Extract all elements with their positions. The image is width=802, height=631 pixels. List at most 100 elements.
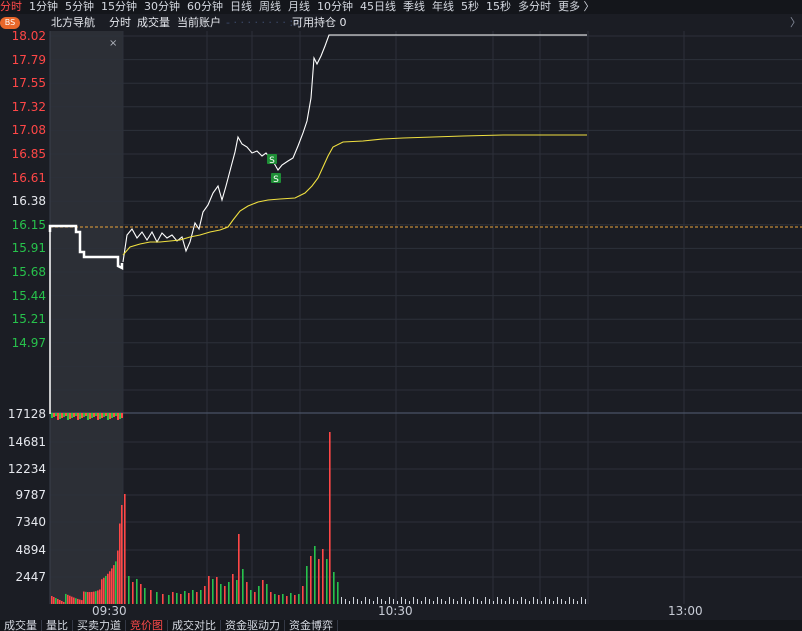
volume-bar xyxy=(577,601,578,604)
volume-bar xyxy=(461,597,462,604)
volume-bar xyxy=(310,556,312,604)
volume-bar xyxy=(196,592,198,604)
auction-volume-bar xyxy=(111,413,113,418)
volume-bar xyxy=(573,599,574,604)
volume-bar xyxy=(55,597,57,604)
volume-bar xyxy=(168,595,170,604)
volume-bar xyxy=(449,597,450,604)
volume-bar xyxy=(258,586,260,604)
volume-bar xyxy=(469,601,470,604)
indicator-tab[interactable]: 量比 xyxy=(42,620,73,631)
price-tick-label: 16.15 xyxy=(11,217,46,232)
volume-bar xyxy=(302,586,304,604)
volume-tick-label: 2447 xyxy=(15,570,46,584)
auction-volume-bar xyxy=(51,413,53,418)
volume-bar xyxy=(489,599,490,604)
volume-bar xyxy=(429,599,430,604)
volume-bar xyxy=(525,599,526,604)
volume-bar xyxy=(242,569,244,604)
volume-bar xyxy=(176,593,178,604)
volume-bar xyxy=(286,596,288,604)
volume-bar xyxy=(162,594,164,604)
volume-bar xyxy=(61,600,63,604)
volume-bar xyxy=(561,599,562,604)
intraday-chart[interactable]: SS xyxy=(0,0,802,631)
indicator-tab[interactable]: 资金驱动力 xyxy=(221,620,285,631)
auction-volume-bar xyxy=(75,413,77,416)
volume-bar xyxy=(121,504,123,604)
auction-volume-bar xyxy=(89,413,91,419)
auction-volume-bar xyxy=(71,413,73,418)
volume-bar xyxy=(270,592,272,604)
auction-volume-bar xyxy=(91,413,93,418)
auction-volume-bar xyxy=(101,413,103,418)
volume-bar xyxy=(501,599,502,604)
sell-marker-label: S xyxy=(269,156,275,166)
indicator-tab[interactable]: 买卖力道 xyxy=(73,620,126,631)
volume-bar xyxy=(113,565,115,604)
volume-bar xyxy=(465,599,466,604)
close-icon[interactable]: × xyxy=(109,38,117,49)
volume-bar xyxy=(565,601,566,604)
volume-bar xyxy=(67,594,69,604)
volume-bar xyxy=(95,591,97,604)
volume-bar xyxy=(365,597,366,604)
volume-bar xyxy=(581,597,582,604)
volume-bar xyxy=(361,601,362,604)
indicator-tab[interactable]: 竞价图 xyxy=(126,620,168,631)
volume-bar xyxy=(345,599,346,604)
volume-bar xyxy=(103,577,105,604)
volume-bar xyxy=(228,582,230,604)
volume-bar xyxy=(97,590,99,604)
volume-bar xyxy=(314,546,316,604)
price-tick-label: 17.79 xyxy=(11,52,46,67)
indicator-tab[interactable]: 成交量 xyxy=(0,620,42,631)
volume-bar xyxy=(477,599,478,604)
volume-bar xyxy=(318,559,320,604)
volume-bar xyxy=(216,577,218,604)
auction-volume-bar xyxy=(69,413,71,419)
volume-bar xyxy=(208,576,210,604)
price-tick-label: 15.44 xyxy=(11,288,46,303)
volume-bar xyxy=(109,571,111,604)
volume-bar xyxy=(83,591,85,604)
volume-bar xyxy=(513,599,514,604)
volume-bar xyxy=(329,432,331,604)
volume-bar xyxy=(417,599,418,604)
indicator-tab[interactable]: 资金博弈 xyxy=(285,620,338,631)
volume-bar xyxy=(497,597,498,604)
volume-bar xyxy=(421,601,422,604)
volume-bar xyxy=(509,597,510,604)
volume-bar xyxy=(326,559,328,604)
indicator-tab[interactable]: 成交对比 xyxy=(168,620,221,631)
volume-bar xyxy=(156,592,158,604)
volume-bar xyxy=(254,592,256,604)
price-tick-label: 16.61 xyxy=(11,170,46,185)
volume-bar xyxy=(232,574,234,604)
volume-bar xyxy=(521,597,522,604)
volume-bar xyxy=(246,582,248,604)
volume-bar xyxy=(91,591,93,604)
volume-bar xyxy=(569,597,570,604)
volume-bar xyxy=(262,580,264,604)
sell-marker-label: S xyxy=(273,175,279,185)
auction-volume-bar xyxy=(85,413,87,416)
volume-bar xyxy=(533,597,534,604)
auction-volume-bar xyxy=(65,413,67,416)
volume-bar xyxy=(87,592,89,604)
volume-bar xyxy=(117,550,119,604)
volume-bar xyxy=(132,582,134,604)
volume-tick-label: 7340 xyxy=(15,515,46,529)
volume-bar xyxy=(298,594,300,604)
auction-volume-bar xyxy=(77,413,79,420)
volume-bar xyxy=(481,601,482,604)
volume-bar xyxy=(224,586,226,604)
volume-bar xyxy=(105,575,107,604)
price-tick-label: 14.97 xyxy=(11,335,46,350)
volume-bar xyxy=(63,601,65,604)
volume-bar xyxy=(220,584,222,604)
volume-bar xyxy=(89,592,91,604)
price-tick-label: 16.85 xyxy=(11,147,46,161)
volume-bar xyxy=(353,597,354,604)
auction-volume-bar xyxy=(63,413,65,417)
